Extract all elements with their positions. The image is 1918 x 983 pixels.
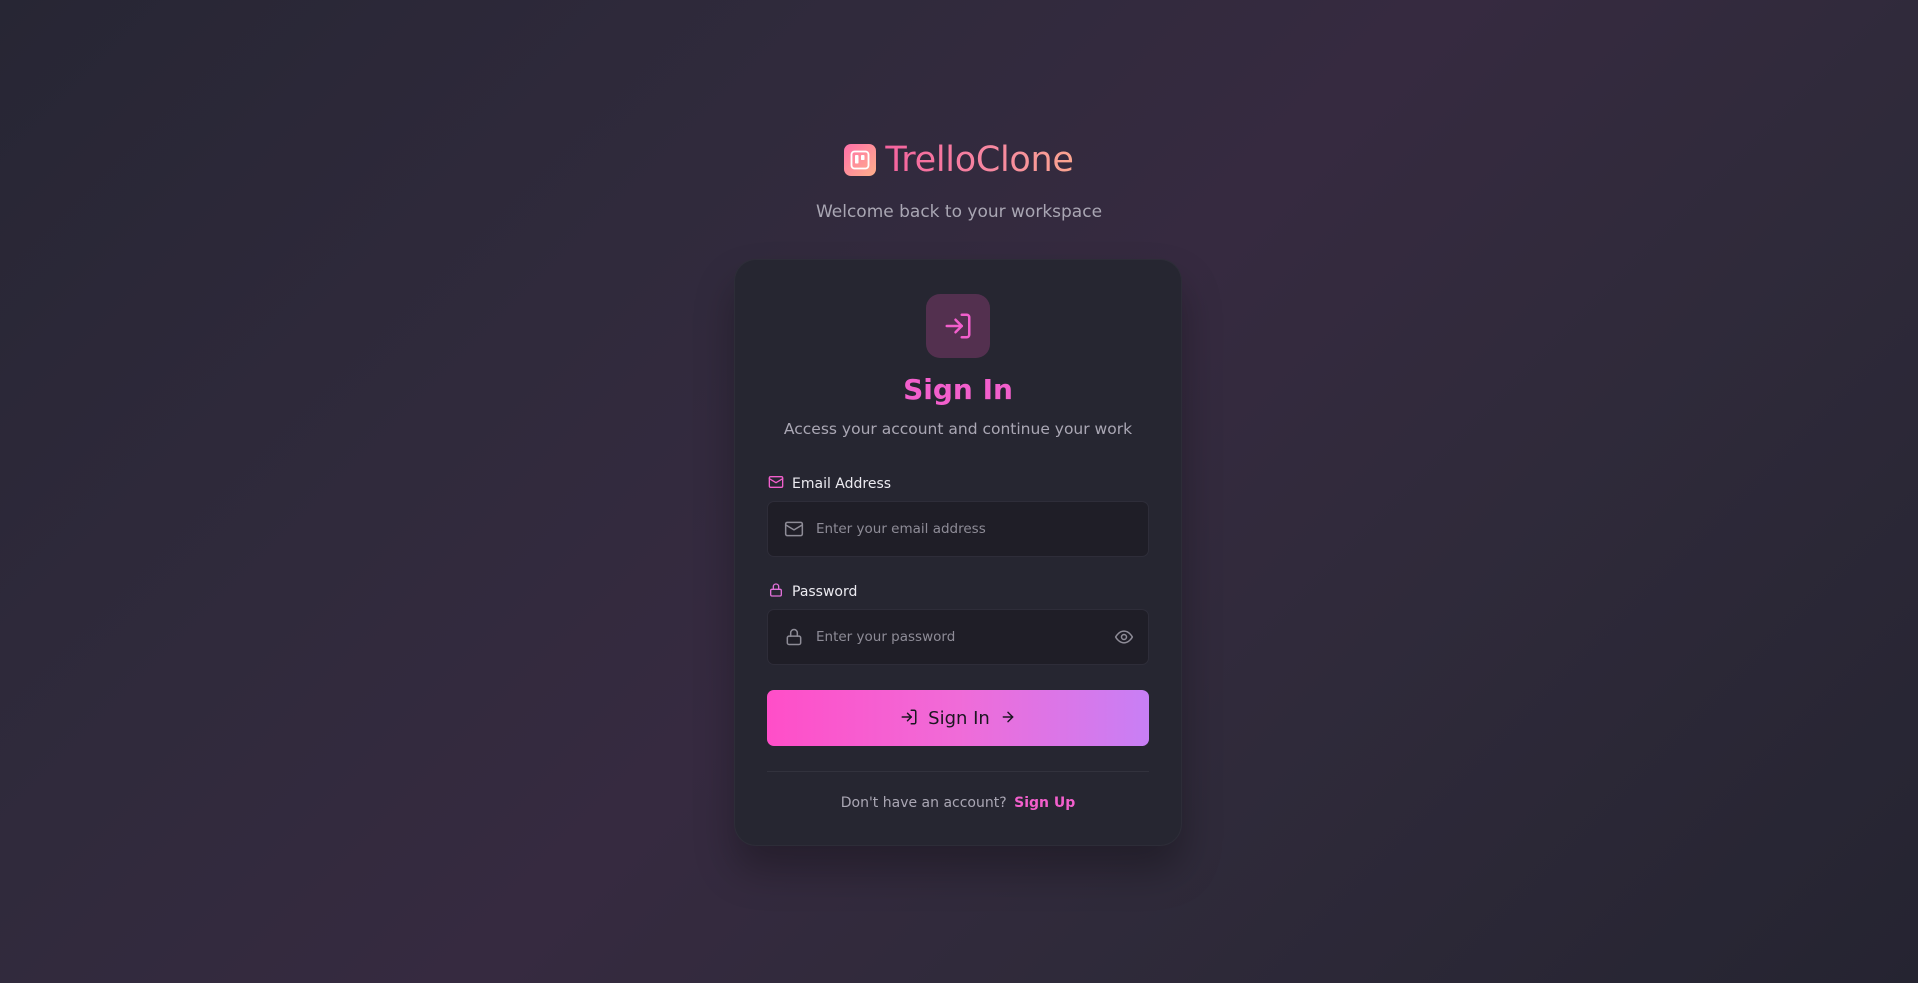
password-input[interactable] (816, 610, 1106, 664)
sign-in-button[interactable]: Sign In (767, 690, 1149, 746)
email-field-wrapper (767, 501, 1149, 557)
sign-up-prompt-text: Don't have an account? (840, 795, 1007, 811)
divider (767, 771, 1149, 772)
sign-in-button-label: Sign In (928, 707, 990, 729)
arrow-right-icon (1000, 709, 1016, 728)
brand-header: TrelloClone (0, 140, 1918, 180)
mail-icon (784, 519, 804, 539)
email-input[interactable] (816, 502, 1106, 556)
trello-logo-icon (844, 144, 877, 176)
sign-in-icon (926, 294, 990, 358)
card-title: Sign In (903, 373, 1013, 406)
lock-icon (784, 627, 804, 647)
mail-icon (768, 474, 784, 494)
sign-in-card: Sign In Access your account and continue… (734, 259, 1182, 846)
email-label-text: Email Address (792, 476, 892, 492)
login-page: TrelloClone Welcome back to your workspa… (0, 0, 1918, 983)
sign-up-prompt: Don't have an account? Sign Up (735, 795, 1181, 811)
password-field-wrapper (767, 609, 1149, 665)
brand-name: TrelloClone (885, 140, 1074, 180)
email-label: Email Address (768, 474, 891, 494)
password-label: Password (768, 582, 857, 602)
brand-tagline: Welcome back to your workspace (815, 202, 1103, 222)
card-subtitle: Access your account and continue your wo… (783, 420, 1133, 438)
lock-icon (768, 582, 784, 602)
password-label-text: Password (792, 584, 858, 600)
sign-in-icon (900, 708, 918, 729)
eye-icon[interactable] (1114, 627, 1134, 647)
sign-up-link[interactable]: Sign Up (1014, 795, 1075, 811)
